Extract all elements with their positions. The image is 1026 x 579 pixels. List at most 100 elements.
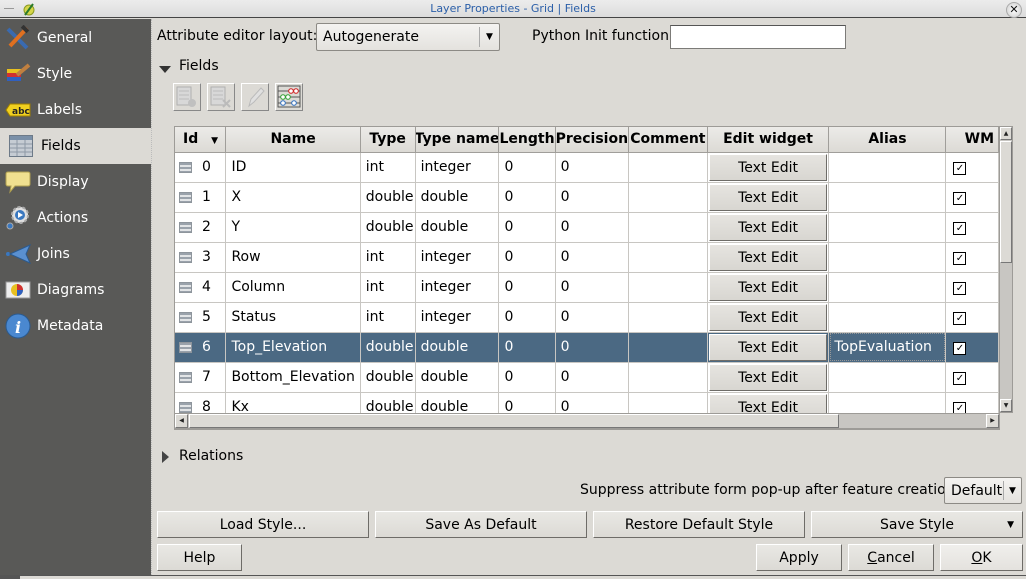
collapse-triangle-icon[interactable] (159, 66, 171, 73)
cell-type[interactable]: int (360, 152, 416, 183)
column-header-length[interactable]: Length (498, 127, 556, 153)
table-row[interactable]: 4 Column int integer 0 0 Text Edit ✓ (175, 272, 999, 303)
sidebar-item-labels[interactable]: abc Labels (0, 92, 151, 128)
cell-precision[interactable]: 0 (555, 332, 630, 363)
cell-id[interactable]: 1 (175, 182, 227, 213)
cell-alias[interactable] (828, 182, 947, 213)
cell-alias[interactable] (828, 272, 947, 303)
edit-widget-button[interactable]: Text Edit (708, 274, 828, 301)
cell-precision[interactable]: 0 (555, 212, 630, 243)
column-header-type[interactable]: Type (360, 127, 416, 153)
cell-length[interactable]: 0 (498, 362, 556, 393)
cell-length[interactable]: 0 (498, 182, 556, 213)
delete-field-button[interactable] (207, 83, 235, 111)
table-vertical-scrollbar[interactable]: ▲ ▼ (999, 126, 1013, 413)
scroll-left-button[interactable]: ◀ (175, 414, 188, 428)
wm-checkbox[interactable]: ✓ (953, 222, 967, 235)
wm-checkbox[interactable]: ✓ (953, 282, 967, 295)
attribute-editor-layout-combo[interactable]: Autogenerate ▼ (316, 23, 500, 51)
cell-type-name[interactable]: integer (415, 242, 500, 273)
table-row[interactable]: 5 Status int integer 0 0 Text Edit ✓ (175, 302, 999, 333)
edit-widget-button[interactable]: Text Edit (708, 214, 828, 241)
cell-id[interactable]: 7 (175, 362, 227, 393)
column-header-type-name[interactable]: Type name (415, 127, 500, 153)
save-style-button[interactable]: Save Style ▼ (811, 511, 1023, 538)
cell-alias[interactable] (828, 152, 947, 183)
edit-widget-button[interactable]: Text Edit (708, 154, 828, 181)
cell-precision[interactable]: 0 (555, 152, 630, 183)
cell-comment[interactable] (628, 302, 708, 333)
cell-type-name[interactable]: double (415, 362, 500, 393)
cell-length[interactable]: 0 (498, 212, 556, 243)
cell-id[interactable]: 3 (175, 242, 227, 273)
relations-section-title[interactable]: Relations (179, 448, 243, 464)
cell-type[interactable]: int (360, 272, 416, 303)
scroll-down-button[interactable]: ▼ (1000, 399, 1012, 412)
edit-widget-button[interactable]: Text Edit (708, 244, 828, 271)
table-row[interactable]: 6 Top_Elevation double double 0 0 Text Edit Top… (175, 332, 999, 363)
table-row[interactable]: 7 Bottom_Elevation double double 0 0 Text Edit… (175, 362, 999, 393)
edit-widget-button[interactable]: Text Edit (708, 184, 828, 211)
cell-length[interactable]: 0 (498, 272, 556, 303)
cell-comment[interactable] (628, 332, 708, 363)
column-header-name[interactable]: Name (225, 127, 361, 153)
cell-comment[interactable] (628, 212, 708, 243)
cell-name[interactable]: Row (225, 242, 361, 273)
scroll-right-button[interactable]: ▶ (986, 414, 999, 428)
edit-widget-button[interactable]: Text Edit (708, 334, 828, 361)
cell-type-name[interactable]: integer (415, 272, 500, 303)
vertical-scroll-thumb[interactable] (1000, 141, 1012, 263)
sidebar-item-fields[interactable]: Fields (0, 128, 151, 164)
wm-checkbox[interactable]: ✓ (953, 162, 967, 175)
cell-type-name[interactable]: integer (415, 302, 500, 333)
column-header-alias[interactable]: Alias (828, 127, 947, 153)
cell-alias[interactable] (828, 302, 947, 333)
cell-name[interactable]: Column (225, 272, 361, 303)
cell-name[interactable]: Y (225, 212, 361, 243)
cell-id[interactable]: 5 (175, 302, 227, 333)
cell-id[interactable]: 6 (175, 332, 227, 363)
close-window-button[interactable]: ✕ (1006, 2, 1022, 18)
restore-default-style-button[interactable]: Restore Default Style (593, 511, 805, 538)
cell-precision[interactable]: 0 (555, 182, 630, 213)
cell-comment[interactable] (628, 362, 708, 393)
column-header-wm[interactable]: WM (945, 127, 999, 153)
cell-alias[interactable] (828, 212, 947, 243)
cell-type[interactable]: double (360, 332, 416, 363)
cell-type-name[interactable]: double (415, 212, 500, 243)
cell-precision[interactable]: 0 (555, 362, 630, 393)
cell-name[interactable]: Bottom_Elevation (225, 362, 361, 393)
cell-name[interactable]: Status (225, 302, 361, 333)
sidebar-item-style[interactable]: Style (0, 56, 151, 92)
cell-comment[interactable] (628, 182, 708, 213)
cell-length[interactable]: 0 (498, 332, 556, 363)
cell-length[interactable]: 0 (498, 302, 556, 333)
wm-checkbox[interactable]: ✓ (953, 312, 967, 325)
edit-widget-button[interactable]: Text Edit (708, 304, 828, 331)
sidebar-item-display[interactable]: Display (0, 164, 151, 200)
table-row[interactable]: 0 ID int integer 0 0 Text Edit ✓ (175, 152, 999, 183)
cell-type-name[interactable]: integer (415, 152, 500, 183)
cell-comment[interactable] (628, 242, 708, 273)
table-row[interactable]: 1 Xdouble double 0 0 Text Edit ✓ (175, 182, 999, 213)
apply-button[interactable]: Apply (756, 544, 842, 571)
field-calculator-button[interactable] (275, 83, 303, 111)
cell-id[interactable]: 4 (175, 272, 227, 303)
expand-triangle-icon[interactable] (162, 451, 169, 463)
cell-type[interactable]: int (360, 242, 416, 273)
cell-length[interactable]: 0 (498, 242, 556, 273)
python-init-input[interactable] (670, 25, 846, 49)
fields-section-title[interactable]: Fields (179, 58, 219, 74)
cell-alias[interactable] (828, 242, 947, 273)
new-field-button[interactable] (173, 83, 201, 111)
cell-alias[interactable]: TopEvaluation (828, 332, 947, 363)
column-header-edit-widget[interactable]: Edit widget (707, 127, 830, 153)
cell-id[interactable]: 2 (175, 212, 227, 243)
column-header-precision[interactable]: Precision (555, 127, 630, 153)
cell-type[interactable]: double (360, 212, 416, 243)
sidebar-item-diagrams[interactable]: Diagrams (0, 272, 151, 308)
cell-id[interactable]: 0 (175, 152, 227, 183)
cell-precision[interactable]: 0 (555, 242, 630, 273)
cell-name[interactable]: X (225, 182, 361, 213)
table-row[interactable]: 3 Row int integer 0 0 Text Edit ✓ (175, 242, 999, 273)
